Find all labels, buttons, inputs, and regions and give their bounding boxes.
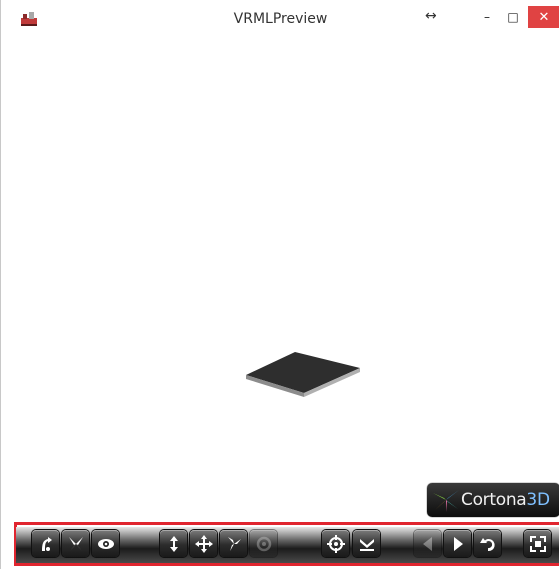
next-viewpoint-icon bbox=[453, 536, 463, 551]
walk-mode-icon bbox=[41, 536, 52, 551]
study-mode-button[interactable] bbox=[92, 530, 119, 557]
vrml-preview-window: VRMLPreview ↔ – □ ✕ Cortona3D bbox=[0, 0, 559, 569]
fit-button[interactable] bbox=[524, 530, 551, 557]
pan-button[interactable] bbox=[190, 530, 217, 557]
goto-icon bbox=[326, 534, 345, 553]
align-button[interactable] bbox=[353, 530, 380, 557]
resize-icon[interactable]: ↔ bbox=[425, 8, 437, 24]
brand-text-main: Cortona bbox=[461, 490, 527, 510]
plan-icon bbox=[169, 535, 178, 552]
pan-icon bbox=[194, 534, 213, 553]
minimize-button[interactable]: – bbox=[473, 6, 501, 28]
turn-icon bbox=[227, 536, 241, 551]
3d-viewport[interactable] bbox=[2, 38, 559, 522]
3d-plate-object[interactable] bbox=[244, 349, 362, 399]
goto-button[interactable] bbox=[322, 530, 349, 557]
close-button[interactable]: ✕ bbox=[528, 6, 559, 28]
previous-viewpoint-icon bbox=[422, 536, 432, 551]
previous-viewpoint-button[interactable] bbox=[414, 530, 441, 557]
brand-text: Cortona3D bbox=[461, 490, 550, 510]
walk-mode-button[interactable] bbox=[32, 530, 59, 557]
next-viewpoint-button[interactable] bbox=[444, 530, 471, 557]
fly-mode-button[interactable] bbox=[62, 530, 89, 557]
title-bar: VRMLPreview ↔ – □ ✕ bbox=[1, 0, 559, 38]
align-icon bbox=[359, 538, 374, 551]
fly-mode-icon bbox=[68, 536, 83, 551]
roll-button[interactable] bbox=[250, 530, 277, 557]
restore-button[interactable] bbox=[474, 530, 501, 557]
turn-button[interactable] bbox=[220, 530, 247, 557]
study-mode-icon bbox=[97, 538, 114, 549]
fit-icon bbox=[529, 535, 546, 552]
navigation-toolbar bbox=[16, 527, 559, 563]
brand-text-accent: 3D bbox=[526, 490, 550, 510]
cortona-star-icon bbox=[433, 490, 459, 512]
roll-icon bbox=[256, 536, 271, 551]
maximize-button[interactable]: □ bbox=[499, 6, 527, 28]
restore-icon bbox=[479, 537, 495, 551]
plan-button[interactable] bbox=[160, 530, 187, 557]
cortona3d-logo[interactable]: Cortona3D bbox=[427, 483, 559, 517]
